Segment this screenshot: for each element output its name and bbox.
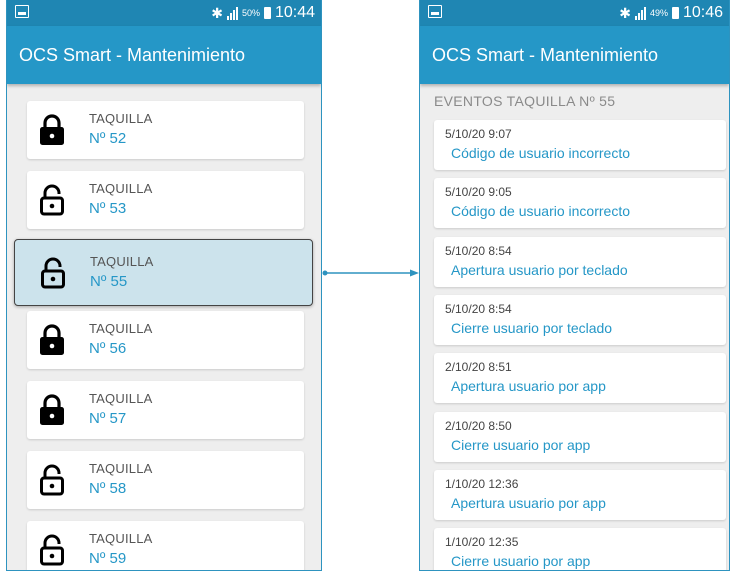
locker-card[interactable]: TAQUILLA Nº 57 xyxy=(27,381,304,439)
app-title: OCS Smart - Mantenimiento xyxy=(19,44,246,65)
clock: 10:46 xyxy=(682,4,723,21)
locker-number: Nº 55 xyxy=(90,273,128,290)
event-item: 5/10/20 9:07 Código de usuario incorrecto xyxy=(434,120,726,170)
event-date: 2/10/20 8:51 xyxy=(445,360,512,375)
event-date: 5/10/20 8:54 xyxy=(445,301,512,316)
clock: 10:44 xyxy=(274,4,315,21)
locker-number: Nº 53 xyxy=(89,200,127,217)
event-item: 1/10/20 12:36 Apertura usuario por app xyxy=(434,469,726,520)
event-description: Código de usuario incorrecto xyxy=(451,203,630,220)
locker-label: TAQUILLA xyxy=(89,531,153,546)
battery-percentage: 50% xyxy=(241,8,260,18)
padlock-open-icon xyxy=(39,534,65,566)
signal-icon xyxy=(226,6,238,20)
locker-card[interactable]: TAQUILLA Nº 59 xyxy=(27,521,304,570)
event-date: 1/10/20 12:36 xyxy=(445,476,519,491)
locker-list-screen: ✱ 50% 10:44 OCS Smart - Mantenimiento TA… xyxy=(6,0,322,571)
locker-label: TAQUILLA xyxy=(89,391,153,406)
bluetooth-icon: ✱ xyxy=(619,4,631,21)
arrow-connector xyxy=(322,269,419,277)
battery-icon xyxy=(263,7,271,19)
event-description: Apertura usuario por app xyxy=(451,494,606,511)
notification-icon xyxy=(428,5,442,18)
app-title: OCS Smart - Mantenimiento xyxy=(432,44,659,65)
event-description: Apertura usuario por app xyxy=(451,378,606,395)
event-description: Apertura usuario por teclado xyxy=(451,261,628,278)
event-date: 5/10/20 8:54 xyxy=(445,243,512,258)
locker-number: Nº 59 xyxy=(89,550,127,567)
event-description: Cierre usuario por app xyxy=(451,436,591,453)
locker-number: Nº 56 xyxy=(89,340,127,357)
event-description: Cierre usuario por app xyxy=(451,553,591,570)
event-date: 1/10/20 12:35 xyxy=(445,535,519,550)
event-item: 1/10/20 12:35 Cierre usuario por app xyxy=(434,528,726,570)
locker-number: Nº 52 xyxy=(89,130,127,147)
locker-card[interactable]: TAQUILLA Nº 52 xyxy=(27,101,304,159)
signal-icon xyxy=(634,6,646,20)
locker-card[interactable]: TAQUILLA Nº 58 xyxy=(27,451,304,509)
padlock-open-icon xyxy=(40,257,66,289)
app-bar: OCS Smart - Mantenimiento xyxy=(7,26,321,84)
locker-label: TAQUILLA xyxy=(89,321,153,336)
locker-label: TAQUILLA xyxy=(89,181,153,196)
event-date: 5/10/20 9:05 xyxy=(445,185,512,200)
padlock-open-icon xyxy=(39,184,65,216)
battery-percentage: 49% xyxy=(649,8,668,18)
locker-card[interactable]: TAQUILLA Nº 56 xyxy=(27,311,304,369)
battery-icon xyxy=(671,7,679,19)
locker-label: TAQUILLA xyxy=(90,254,154,269)
locker-label: TAQUILLA xyxy=(89,461,153,476)
event-date: 2/10/20 8:50 xyxy=(445,418,512,433)
locker-number: Nº 57 xyxy=(89,410,127,427)
padlock-closed-icon xyxy=(39,324,65,356)
locker-number: Nº 58 xyxy=(89,480,127,497)
event-item: 5/10/20 8:54 Apertura usuario por teclado xyxy=(434,236,726,287)
app-bar: OCS Smart - Mantenimiento xyxy=(420,26,729,84)
padlock-open-icon xyxy=(39,464,65,496)
padlock-closed-icon xyxy=(39,394,65,426)
event-item: 5/10/20 9:05 Código de usuario incorrecto xyxy=(434,178,726,229)
locker-events-screen: ✱ 49% 10:46 OCS Smart - Mantenimiento EV… xyxy=(419,0,730,571)
padlock-closed-icon xyxy=(39,114,65,146)
events-title: EVENTOS TAQUILLA Nº 55 xyxy=(434,93,616,109)
event-description: Cierre usuario por teclado xyxy=(451,319,613,336)
event-date: 5/10/20 9:07 xyxy=(445,127,512,141)
event-description: Código de usuario incorrecto xyxy=(451,145,630,161)
locker-card[interactable]: TAQUILLA Nº 53 xyxy=(27,171,304,229)
bluetooth-icon: ✱ xyxy=(211,4,223,21)
status-bar: ✱ 49% 10:46 xyxy=(420,0,729,26)
notification-icon xyxy=(15,5,29,18)
status-bar: ✱ 50% 10:44 xyxy=(7,0,321,26)
locker-card-selected[interactable]: TAQUILLA Nº 55 xyxy=(14,239,313,306)
event-item: 2/10/20 8:50 Cierre usuario por app xyxy=(434,411,726,462)
event-item: 5/10/20 8:54 Cierre usuario por teclado xyxy=(434,294,726,345)
locker-label: TAQUILLA xyxy=(89,111,153,126)
event-item: 2/10/20 8:51 Apertura usuario por app xyxy=(434,353,726,404)
